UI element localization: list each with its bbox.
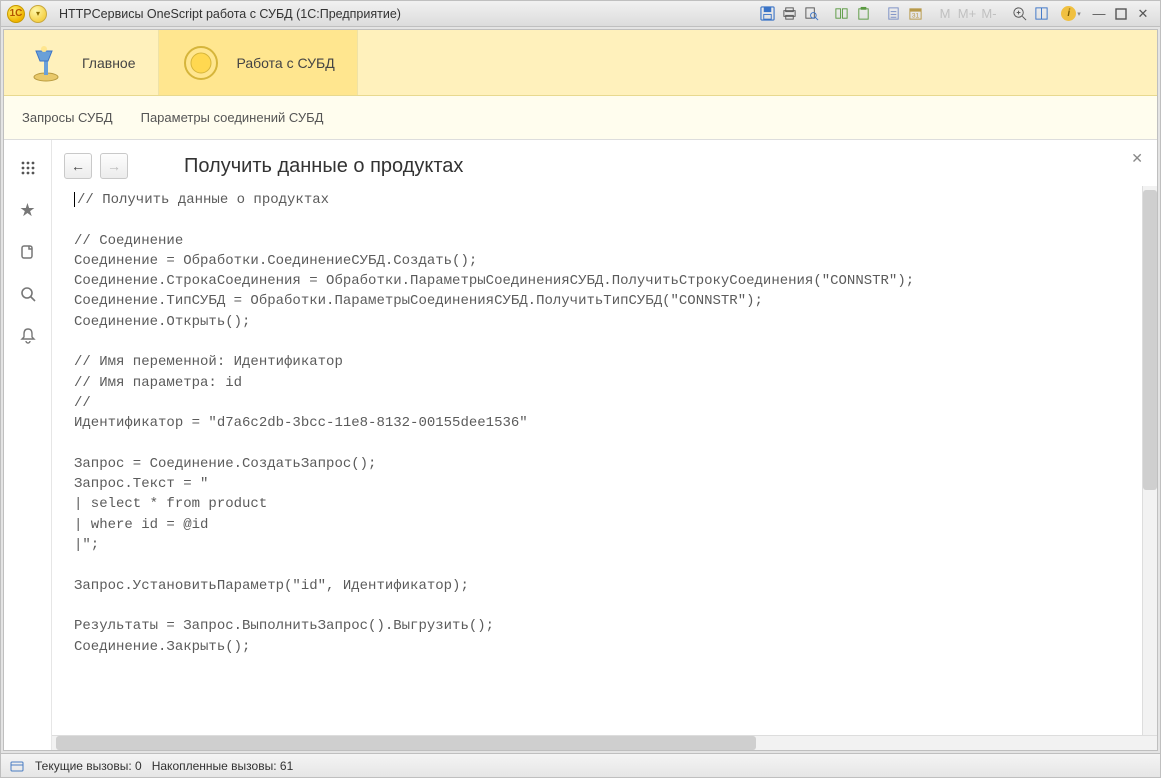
svg-text:31: 31 — [911, 12, 919, 19]
document-area: ← → Получить данные о продуктах ✕ // Пол… — [52, 140, 1157, 750]
code-content: // Получить данные о продуктах // Соедин… — [74, 192, 914, 655]
memory-mplus-icon[interactable]: M+ — [956, 5, 978, 23]
save-icon[interactable] — [756, 5, 778, 23]
maximize-button[interactable] — [1110, 5, 1132, 23]
close-button[interactable]: ✕ — [1132, 5, 1154, 23]
code-text: // Получить данные о продуктах // Соедин… — [74, 190, 1136, 657]
memory-m-icon[interactable]: M — [934, 5, 956, 23]
preview-icon[interactable] — [800, 5, 822, 23]
nav-back-button[interactable]: ← — [64, 153, 92, 179]
titlebar: 1C ▾ HTTPСервисы OneScript работа с СУБД… — [1, 1, 1160, 27]
tab-main-label: Главное — [82, 55, 136, 71]
document-header: ← → Получить данные о продуктах ✕ — [52, 140, 1157, 186]
clipboard-icon[interactable] — [852, 5, 874, 23]
subnav-requests[interactable]: Запросы СУБД — [22, 110, 113, 125]
search-icon[interactable] — [16, 282, 40, 306]
tab-dbms-label: Работа с СУБД — [237, 55, 335, 71]
client-area: Главное Работа с СУБД Запросы СУБД Парам… — [3, 29, 1158, 751]
panel-toggle-icon[interactable] — [1030, 5, 1052, 23]
favorites-star-icon[interactable]: ★ — [16, 198, 40, 222]
tab-dbms[interactable]: Работа с СУБД — [159, 30, 358, 95]
zoom-icon[interactable] — [1008, 5, 1030, 23]
tab-main[interactable]: Главное — [4, 30, 159, 95]
print-icon[interactable] — [778, 5, 800, 23]
coin-icon — [181, 43, 221, 83]
titlebar-left: 1C ▾ — [7, 5, 47, 23]
status-current-label: Текущие вызовы: — [35, 759, 132, 773]
left-toolbar: ★ — [4, 140, 52, 750]
notifications-bell-icon[interactable] — [16, 324, 40, 348]
status-current: Текущие вызовы: 0 — [35, 759, 142, 773]
status-accum-value: 61 — [280, 759, 293, 773]
memory-mminus-icon[interactable]: M- — [978, 5, 1000, 23]
subnav: Запросы СУБД Параметры соединений СУБД — [4, 96, 1157, 140]
code-viewport[interactable]: // Получить данные о продуктах // Соедин… — [52, 186, 1142, 735]
horizontal-scroll-handle[interactable] — [56, 736, 756, 750]
status-current-value: 0 — [135, 759, 142, 773]
compare-icon[interactable] — [830, 5, 852, 23]
status-icon — [9, 758, 25, 774]
help-icon[interactable]: i▾ — [1060, 5, 1082, 23]
nav-forward-button[interactable]: → — [100, 153, 128, 179]
text-cursor — [74, 192, 75, 207]
window-title: HTTPСервисы OneScript работа с СУБД (1С:… — [59, 7, 401, 21]
subnav-conn-params[interactable]: Параметры соединений СУБД — [141, 110, 324, 125]
apps-grid-icon[interactable] — [16, 156, 40, 180]
status-accum-label: Накопленные вызовы: — [152, 759, 277, 773]
workspace: ★ ← → Получить данные о продуктах ✕ // П… — [4, 140, 1157, 750]
desk-lamp-icon — [26, 43, 66, 83]
history-icon[interactable] — [16, 240, 40, 264]
app-logo-text: 1C — [10, 8, 23, 19]
calculator-icon[interactable] — [882, 5, 904, 23]
document-title: Получить данные о продуктах — [184, 155, 463, 178]
app-menu-dropdown[interactable]: ▾ — [29, 5, 47, 23]
minimize-button[interactable]: — — [1088, 5, 1110, 23]
status-accum: Накопленные вызовы: 61 — [152, 759, 294, 773]
vertical-scrollbar[interactable] — [1142, 186, 1157, 735]
app-logo-1c[interactable]: 1C — [7, 5, 25, 23]
section-tabs: Главное Работа с СУБД — [4, 30, 1157, 96]
document-close-button[interactable]: ✕ — [1131, 150, 1143, 167]
calendar-icon[interactable]: 31 — [904, 5, 926, 23]
status-bar: Текущие вызовы: 0 Накопленные вызовы: 61 — [1, 753, 1160, 777]
horizontal-scrollbar[interactable] — [52, 735, 1157, 750]
vertical-scroll-handle[interactable] — [1143, 190, 1157, 490]
